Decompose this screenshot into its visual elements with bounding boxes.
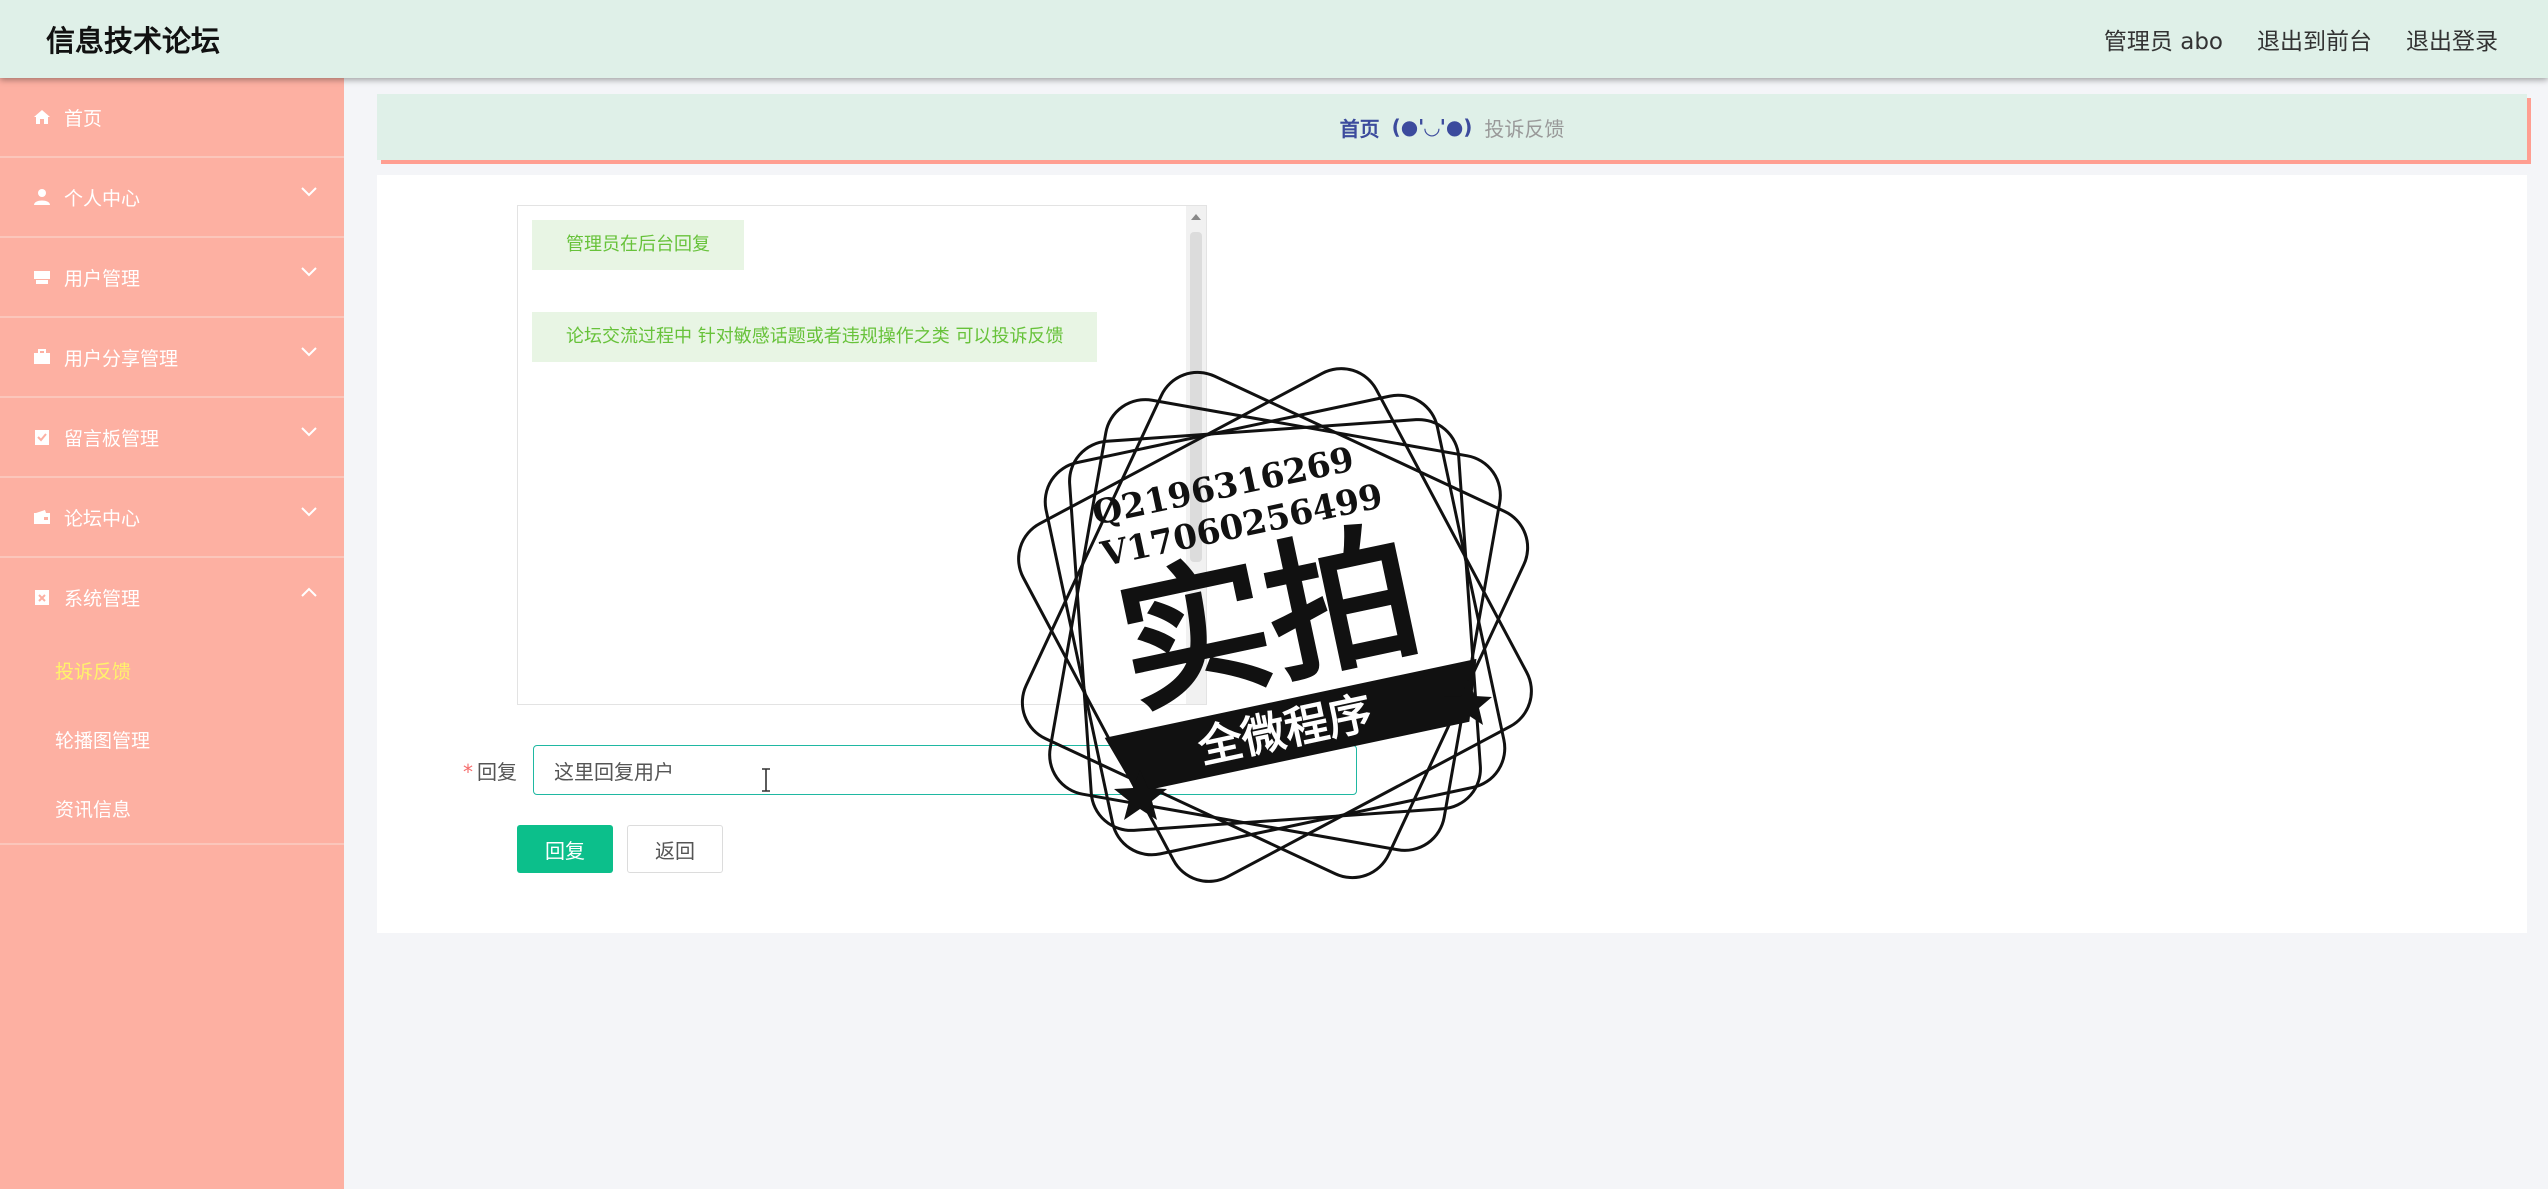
submenu-item-news-info[interactable]: 资讯信息 — [0, 774, 344, 843]
sidebar-item-system-management[interactable]: 系统管理 — [0, 558, 344, 636]
submenu-item-complaint-feedback[interactable]: 投诉反馈 — [0, 636, 344, 705]
chat-message: 管理员在后台回复 — [532, 220, 744, 270]
chat-history[interactable]: 管理员在后台回复 论坛交流过程中 针对敏感话题或者违规操作之类 可以投诉反馈 — [517, 205, 1207, 705]
exit-to-front-link[interactable]: 退出到前台 — [2257, 22, 2372, 56]
logout-link[interactable]: 退出登录 — [2406, 22, 2498, 56]
chat-scrollbar[interactable] — [1186, 206, 1206, 704]
reply-label-text: 回复 — [477, 759, 517, 784]
submenu-item-carousel-management[interactable]: 轮播图管理 — [0, 705, 344, 774]
sidebar-item-message-board[interactable]: 留言板管理 — [0, 398, 344, 478]
breadcrumb: 首页 (●'◡'●) 投诉反馈 — [377, 94, 2527, 160]
reply-form-row: * 回复 — [447, 745, 1357, 795]
sidebar-item-label: 用户管理 — [64, 267, 141, 290]
sidebar-item-label: 首页 — [64, 107, 103, 130]
main-card: 管理员在后台回复 论坛交流过程中 针对敏感话题或者违规操作之类 可以投诉反馈 *… — [377, 175, 2527, 933]
reply-button[interactable]: 回复 — [517, 825, 613, 873]
top-header: 信息技术论坛 管理员 abo 退出到前台 退出登录 — [0, 0, 2548, 78]
chevron-down-icon — [301, 507, 317, 517]
breadcrumb-home[interactable]: 首页 — [1340, 113, 1380, 142]
required-mark: * — [463, 759, 473, 784]
sidebar: 首页 个人中心 用户管理 用户分享管理 留言板管理 论坛中心 系统管理 投诉反馈… — [0, 78, 344, 1189]
sidebar-item-personal-center[interactable]: 个人中心 — [0, 158, 344, 238]
admin-user-label: 管理员 abo — [2103, 29, 2223, 55]
folder-icon — [32, 267, 52, 287]
chat-message: 论坛交流过程中 针对敏感话题或者违规操作之类 可以投诉反馈 — [532, 312, 1098, 362]
chevron-down-icon — [301, 347, 317, 357]
clipboard-check-icon — [32, 427, 52, 447]
sidebar-item-label: 用户分享管理 — [64, 347, 179, 370]
chevron-up-icon — [301, 587, 317, 597]
reply-label: * 回复 — [447, 756, 517, 785]
back-button[interactable]: 返回 — [627, 825, 723, 873]
chevron-down-icon — [301, 187, 317, 197]
reply-input[interactable] — [533, 745, 1357, 795]
wallet-icon — [32, 507, 52, 527]
breadcrumb-separator: (●'◡'●) — [1391, 115, 1473, 139]
sidebar-item-share-management[interactable]: 用户分享管理 — [0, 318, 344, 398]
form-actions: 回复 返回 — [517, 825, 723, 873]
sidebar-item-home[interactable]: 首页 — [0, 78, 344, 158]
sidebar-item-label: 个人中心 — [64, 187, 141, 210]
chevron-down-icon — [301, 267, 317, 277]
app-title: 信息技术论坛 — [46, 24, 221, 58]
home-icon — [32, 107, 52, 127]
sidebar-item-user-management[interactable]: 用户管理 — [0, 238, 344, 318]
briefcase-icon — [32, 347, 52, 367]
scroll-up-icon[interactable] — [1191, 214, 1201, 220]
system-submenu: 投诉反馈 轮播图管理 资讯信息 — [0, 636, 344, 845]
sidebar-item-forum-center[interactable]: 论坛中心 — [0, 478, 344, 558]
sidebar-item-label: 论坛中心 — [64, 507, 141, 530]
header-actions: 管理员 abo 退出到前台 退出登录 — [2104, 22, 2498, 56]
breadcrumb-current: 投诉反馈 — [1484, 116, 1565, 141]
clipboard-x-icon — [32, 587, 52, 607]
sidebar-item-label: 系统管理 — [64, 587, 141, 610]
sidebar-item-label: 留言板管理 — [64, 427, 160, 450]
chevron-down-icon — [301, 427, 317, 437]
scroll-thumb[interactable] — [1190, 232, 1202, 562]
text-cursor-icon — [762, 768, 770, 792]
user-icon — [32, 187, 52, 207]
